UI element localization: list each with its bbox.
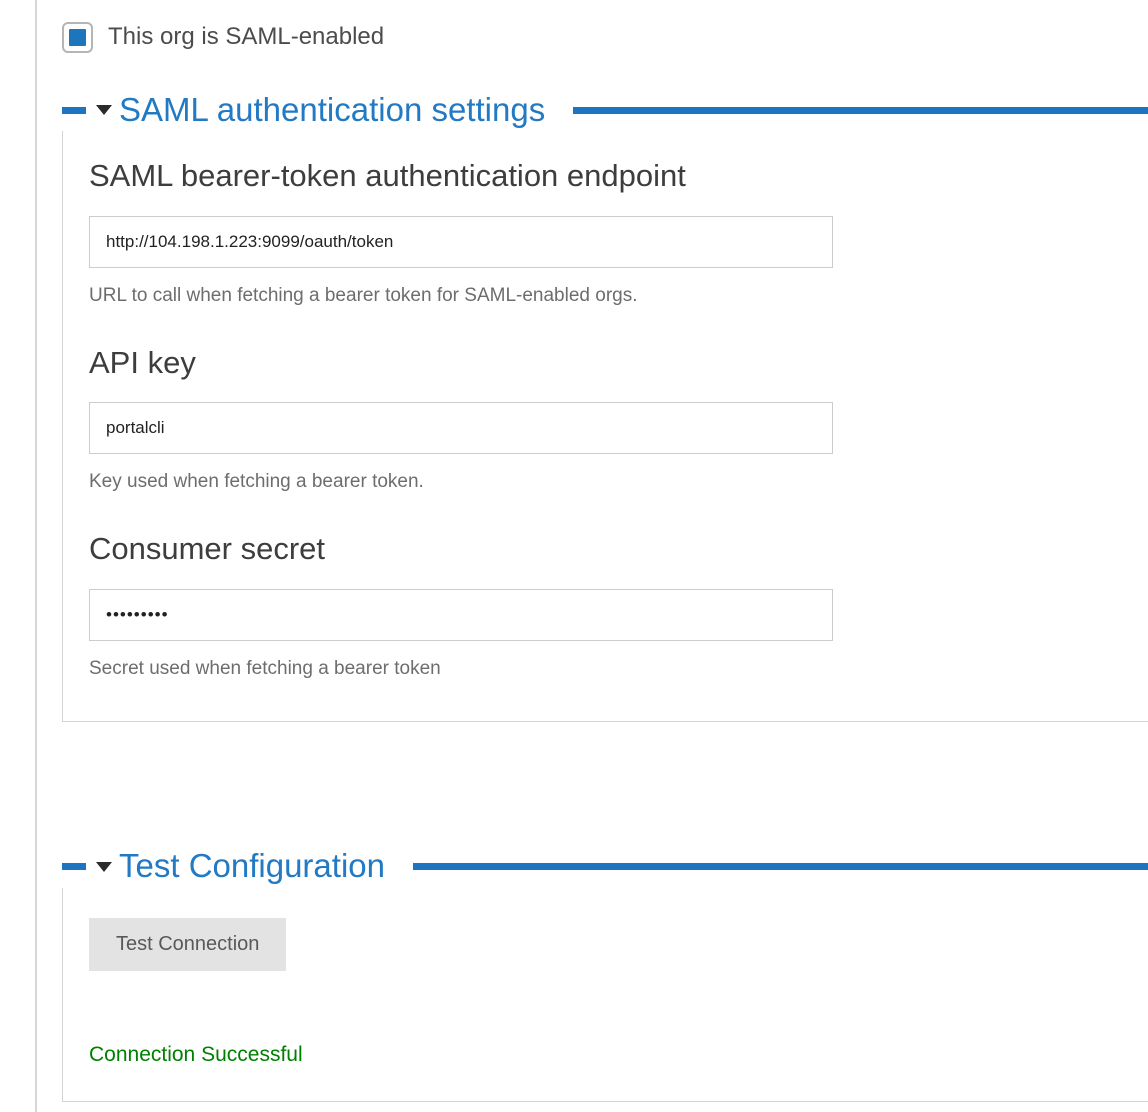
consumer-secret-help-text: Secret used when fetching a bearer token — [89, 657, 1148, 681]
section-rule-line — [573, 107, 1148, 114]
saml-section-header: SAML authentication settings — [62, 89, 1148, 131]
saml-enabled-label: This org is SAML-enabled — [108, 23, 384, 51]
collapse-caret-icon[interactable] — [96, 862, 112, 872]
api-key-help-text: Key used when fetching a bearer token. — [89, 470, 1148, 494]
section-rule-line — [413, 863, 1148, 870]
endpoint-help-text: URL to call when fetching a bearer token… — [89, 284, 1148, 308]
section-rule-dash — [62, 863, 86, 870]
test-connection-button[interactable]: Test Connection — [89, 918, 286, 971]
connection-status-message: Connection Successful — [89, 1043, 1148, 1067]
consumer-secret-label: Consumer secret — [89, 530, 1148, 569]
endpoint-input[interactable] — [89, 216, 833, 268]
collapse-caret-icon[interactable] — [96, 105, 112, 115]
api-key-label: API key — [89, 344, 1148, 383]
endpoint-label: SAML bearer-token authentication endpoin… — [89, 157, 1148, 196]
saml-enabled-checkbox[interactable] — [62, 22, 93, 53]
api-key-field-group: API key Key used when fetching a bearer … — [89, 344, 1148, 495]
consumer-secret-field-group: Consumer secret Secret used when fetchin… — [89, 530, 1148, 681]
page-left-rule — [35, 0, 37, 1112]
saml-enabled-row: This org is SAML-enabled — [62, 20, 1148, 54]
test-section-header: Test Configuration — [62, 846, 1148, 888]
api-key-input[interactable] — [89, 402, 833, 454]
saml-section-title: SAML authentication settings — [119, 92, 545, 128]
endpoint-field-group: SAML bearer-token authentication endpoin… — [89, 157, 1148, 308]
saml-section-panel: SAML bearer-token authentication endpoin… — [62, 131, 1148, 722]
section-rule-dash — [62, 107, 86, 114]
test-section-title: Test Configuration — [119, 848, 385, 884]
test-section-panel: Test Connection Connection Successful — [62, 888, 1148, 1102]
consumer-secret-input[interactable] — [89, 589, 833, 641]
settings-form: This org is SAML-enabled SAML authentica… — [0, 0, 1148, 1102]
checkbox-check-icon — [69, 29, 86, 46]
